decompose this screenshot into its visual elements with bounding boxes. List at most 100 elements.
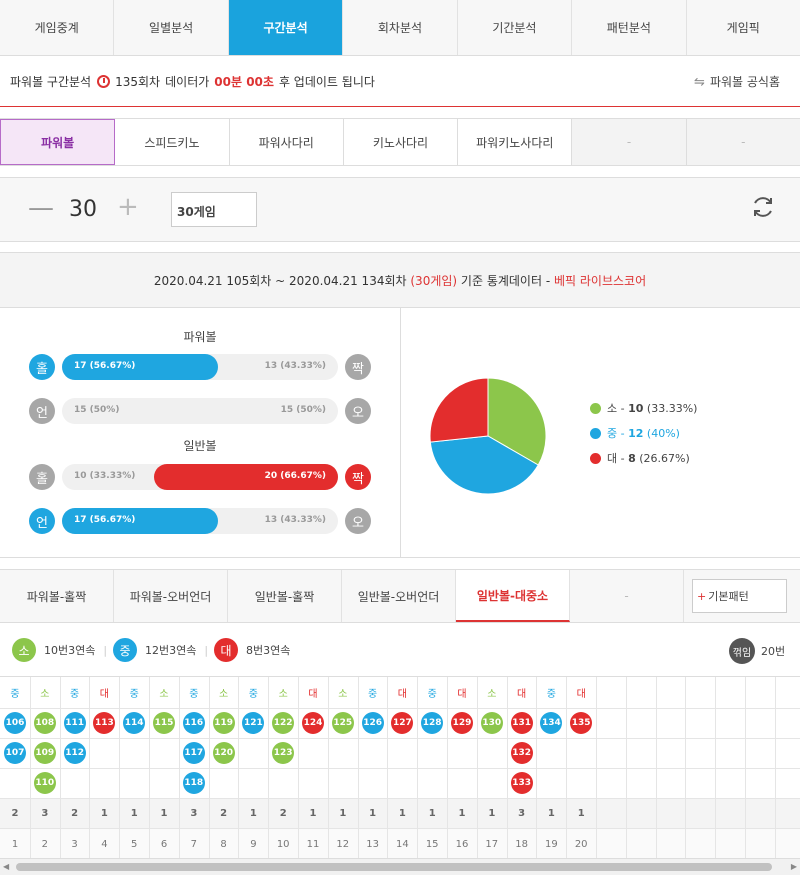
column-header: 중 xyxy=(69,689,80,700)
grid-col-line xyxy=(358,677,359,859)
powerball-even-value: 13 (43.33%) xyxy=(264,361,326,371)
pattern-tab-pb-underover[interactable]: 파워볼-오버언더 xyxy=(114,570,228,622)
game-tab-powerball[interactable]: 파워볼 xyxy=(0,119,116,165)
grid-col-line xyxy=(507,677,508,859)
stats-panel: 파워볼 홀 17 (56.67%) 13 (43.33%) 짝 언 15 (50… xyxy=(0,308,800,558)
pattern-tab-pb-oddeven[interactable]: 파워볼-홀짝 xyxy=(0,570,114,622)
column-index: 1 xyxy=(11,839,19,850)
powerball-over-value: 15 (50%) xyxy=(280,405,326,415)
column-header: 대 xyxy=(576,689,586,700)
tab-section[interactable]: 구간분석 xyxy=(228,0,344,55)
official-label: 파워볼 공식홈 xyxy=(709,75,780,89)
round-ball: 123 xyxy=(272,742,295,764)
grid-col-line xyxy=(209,677,210,859)
scroll-right-icon[interactable]: ▶ xyxy=(791,862,797,871)
game-count-select[interactable]: 30게임 xyxy=(171,192,257,227)
countdown: 00분 00초 xyxy=(214,74,274,89)
summary-big-value: 8번3연속 xyxy=(246,644,291,657)
game-tab-powerladder[interactable]: 파워사다리 xyxy=(229,119,344,165)
plus-icon: + xyxy=(697,589,707,603)
grid-col-line xyxy=(626,677,627,859)
tab-pick[interactable]: 게임픽 xyxy=(686,0,800,55)
tab-period[interactable]: 기간분석 xyxy=(457,0,573,55)
round-ball: 106 xyxy=(4,712,26,734)
streak-count: 1 xyxy=(547,808,555,819)
column-index: 2 xyxy=(41,839,48,850)
game-tab-speedkeno[interactable]: 스피드키노 xyxy=(115,119,230,165)
column-header: 대 xyxy=(516,689,527,700)
pattern-tab-nb-size[interactable]: 일반볼-대중소 xyxy=(456,570,570,622)
column-header: 중 xyxy=(248,689,258,700)
column-index: 4 xyxy=(101,839,108,850)
refresh-icon[interactable] xyxy=(750,194,776,220)
summary-small-value: 10번3연속 xyxy=(44,644,96,657)
scroll-thumb[interactable] xyxy=(16,863,772,871)
grid-col-line xyxy=(447,677,448,859)
grid-row-line xyxy=(0,708,800,709)
odd-badge: 홀 xyxy=(29,464,55,490)
tab-round[interactable]: 회차분석 xyxy=(343,0,458,55)
streak-count: 2 xyxy=(279,808,287,819)
game-tab-kenoladder[interactable]: 키노사다리 xyxy=(343,119,459,165)
column-index: 20 xyxy=(574,839,588,850)
column-index: 15 xyxy=(425,839,439,850)
divider xyxy=(400,308,401,558)
powerball-underover-bar: 15 (50%) 15 (50%) xyxy=(62,398,338,424)
tab-pattern[interactable]: 패턴분석 xyxy=(572,0,687,55)
basic-pattern-button[interactable]: + 기본패턴 xyxy=(692,579,787,613)
grid-col-line xyxy=(477,677,478,859)
round-ball: 111 xyxy=(63,712,86,734)
column-index: 3 xyxy=(71,839,78,850)
legend-mid-pct: (40%) xyxy=(646,426,680,440)
round-ball: 118 xyxy=(182,772,205,794)
decrement-button[interactable]: — xyxy=(28,195,54,221)
grid-row-line xyxy=(0,828,800,829)
grid-col-line xyxy=(238,677,239,859)
grid-col-line xyxy=(328,677,329,859)
column-index: 14 xyxy=(396,839,409,850)
grid-row-line xyxy=(0,798,800,799)
round-ball: 122 xyxy=(272,712,295,734)
grid-col-line xyxy=(119,677,120,859)
tab-daily[interactable]: 일별분석 xyxy=(114,0,229,55)
even-badge: 짝 xyxy=(345,464,371,490)
horizontal-scrollbar[interactable]: ◀ ▶ xyxy=(0,858,800,875)
pattern-tab-nb-underover[interactable]: 일반볼-오버언더 xyxy=(342,570,456,622)
round-ball: 130 xyxy=(480,712,503,734)
pattern-tab-nb-oddeven[interactable]: 일반볼-홀짝 xyxy=(228,570,342,622)
pattern-summary: 소 10번3연속 | 중 12번3연속 | 대 8번3연속 꺾임 20번 xyxy=(0,623,800,676)
column-index: 5 xyxy=(131,839,138,850)
round-ball: 129 xyxy=(451,712,473,734)
grid-col-line xyxy=(656,677,657,859)
streak-count: 3 xyxy=(190,808,198,819)
summary-flip: 꺾임 20번 xyxy=(729,638,785,664)
round-ball: 131 xyxy=(510,712,533,734)
round-ball: 109 xyxy=(33,742,56,764)
legend-big-label: 대 xyxy=(607,452,618,465)
column-header: 소 xyxy=(338,689,348,700)
streak-count: 1 xyxy=(130,808,138,819)
pattern-tabs: 파워볼-홀짝 파워볼-오버언더 일반볼-홀짝 일반볼-오버언더 일반볼-대중소 … xyxy=(0,569,800,623)
even-badge: 짝 xyxy=(345,354,371,380)
increment-button[interactable]: + xyxy=(117,194,139,220)
column-index: 7 xyxy=(190,839,197,850)
grid-row-line xyxy=(0,738,800,739)
streak-count: 1 xyxy=(249,808,257,819)
column-header: 소 xyxy=(487,689,497,700)
scroll-left-icon[interactable]: ◀ xyxy=(3,862,9,871)
legend-mid: 중 - 12 (40%) xyxy=(590,425,680,441)
stats-basis: 기준 통계데이터 - xyxy=(460,273,551,288)
round-ball: 134 xyxy=(540,712,563,734)
game-tab-powerkenoladder[interactable]: 파워키노사다리 xyxy=(458,119,573,165)
column-index: 11 xyxy=(306,839,320,850)
stats-header: 2020.04.21 105회차 ~ 2020.04.21 134회차 (30게… xyxy=(0,252,800,308)
normal-under-value: 17 (56.67%) xyxy=(74,515,136,525)
tab-live[interactable]: 게임중계 xyxy=(0,0,115,55)
info-mid: 데이터가 xyxy=(165,74,210,89)
official-home-link[interactable]: ⇋ 파워볼 공식홈 xyxy=(694,73,780,90)
mid-dot xyxy=(590,427,601,439)
column-header: 중 xyxy=(427,689,437,700)
powerball-under-value: 15 (50%) xyxy=(74,405,120,415)
grid-col-line xyxy=(715,677,716,859)
small-dot xyxy=(590,402,601,414)
